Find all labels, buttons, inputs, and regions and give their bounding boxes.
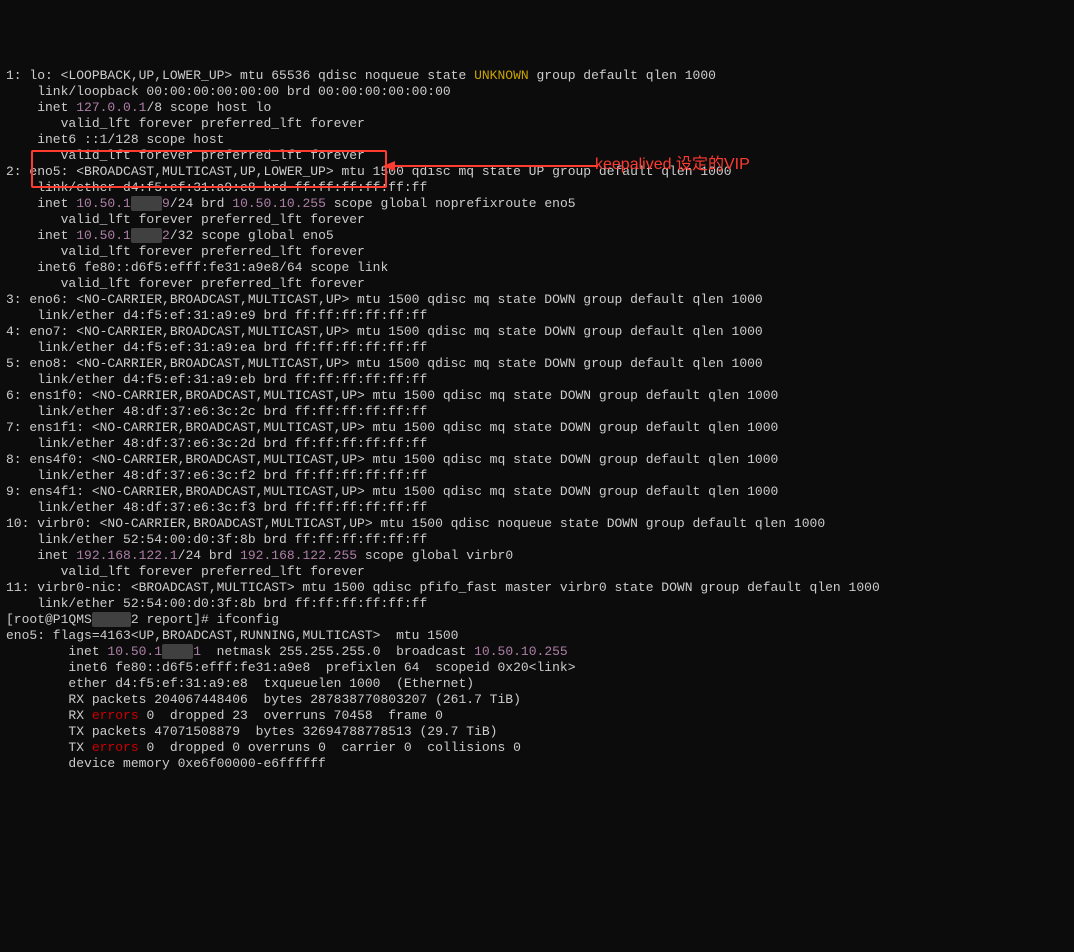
ens1f1-link: link/ether 48:df:37:e6:3c:2d brd ff:ff:f… xyxy=(6,436,427,451)
ens1f0-link: link/ether 48:df:37:e6:3c:2c brd ff:ff:f… xyxy=(6,404,427,419)
lo-inet-b: /8 scope host lo xyxy=(146,100,271,115)
prompt-blur: ----- xyxy=(92,612,131,627)
eno5-inet2-b: /32 scope global eno5 xyxy=(170,228,334,243)
lo-valid2: valid_lft forever preferred_lft forever xyxy=(6,148,365,163)
virbr0nic-header: 11: virbr0-nic: <BROADCAST,MULTICAST> mt… xyxy=(6,580,880,595)
ens4f0-header: 8: ens4f0: <NO-CARRIER,BROADCAST,MULTICA… xyxy=(6,452,778,467)
virbr0-inet-a: inet xyxy=(6,548,76,563)
eno5-inet1-blur: 0.10 xyxy=(131,196,162,211)
eno7-header: 4: eno7: <NO-CARRIER,BROADCAST,MULTICAST… xyxy=(6,324,763,339)
virbr0-inet-c: scope global virbr0 xyxy=(357,548,513,563)
eno5-inet1-brd: 10.50.10.255 xyxy=(232,196,326,211)
eno5-inet2-a: inet xyxy=(6,228,76,243)
ifc-inet-b: netmask 255.255.255.0 broadcast xyxy=(201,644,474,659)
virbr0nic-link: link/ether 52:54:00:d0:3f:8b brd ff:ff:f… xyxy=(6,596,427,611)
eno5-inet2-ip-b: 2 xyxy=(162,228,170,243)
eno5-inet1-ip-b: 9 xyxy=(162,196,170,211)
ens4f0-link: link/ether 48:df:37:e6:3c:f2 brd ff:ff:f… xyxy=(6,468,427,483)
lo-inet-ip: 127.0.0.1 xyxy=(76,100,146,115)
eno5-inet1-c: scope global noprefixroute eno5 xyxy=(326,196,576,211)
eno5-inet6: inet6 fe80::d6f5:efff:fe31:a9e8/64 scope… xyxy=(6,260,388,275)
ifc-mem: device memory 0xe6f00000-e6ffffff xyxy=(6,756,326,771)
virbr0-link: link/ether 52:54:00:d0:3f:8b brd ff:ff:f… xyxy=(6,532,427,547)
prompt-a: [root@P1QMS xyxy=(6,612,92,627)
ens4f1-link: link/ether 48:df:37:e6:3c:f3 brd ff:ff:f… xyxy=(6,500,427,515)
eno5-valid2: valid_lft forever preferred_lft forever xyxy=(6,244,365,259)
eno8-header: 5: eno8: <NO-CARRIER,BROADCAST,MULTICAST… xyxy=(6,356,763,371)
eno5-inet1-ip-a: 10.50.1 xyxy=(76,196,131,211)
lo-state: UNKNOWN xyxy=(474,68,529,83)
eno5-link: link/ether d4:f5:ef:31:a9:e8 brd ff:ff:f… xyxy=(6,180,427,195)
ifc-inet-a: inet xyxy=(6,644,107,659)
virbr0-header: 10: virbr0: <NO-CARRIER,BROADCAST,MULTIC… xyxy=(6,516,825,531)
eno5-inet1-b: /24 brd xyxy=(170,196,232,211)
ens4f1-header: 9: ens4f1: <NO-CARRIER,BROADCAST,MULTICA… xyxy=(6,484,778,499)
lo-link: link/loopback 00:00:00:00:00:00 brd 00:0… xyxy=(6,84,451,99)
eno8-link: link/ether d4:f5:ef:31:a9:eb brd ff:ff:f… xyxy=(6,372,427,387)
ifc-inet-brd: 10.50.10.255 xyxy=(474,644,568,659)
eno5-inet2-ip-a: 10.50.1 xyxy=(76,228,131,243)
virbr0-inet-brd: 192.168.122.255 xyxy=(240,548,357,563)
ifc-txp: TX packets 47071508879 bytes 32694788778… xyxy=(6,724,497,739)
eno6-header: 3: eno6: <NO-CARRIER,BROADCAST,MULTICAST… xyxy=(6,292,763,307)
ifc-inet-blur: 0.10 xyxy=(162,644,193,659)
virbr0-valid: valid_lft forever preferred_lft forever xyxy=(6,564,365,579)
eno5-header: 2: eno5: <BROADCAST,MULTICAST,UP,LOWER_U… xyxy=(6,164,732,179)
terminal-output: 1: lo: <LOOPBACK,UP,LOWER_UP> mtu 65536 … xyxy=(6,68,1068,772)
prompt-b: 2 report]# ifconfig xyxy=(131,612,279,627)
ifc-inet6: inet6 fe80::d6f5:efff:fe31:a9e8 prefixle… xyxy=(6,660,576,675)
ifc-txe-a: TX xyxy=(6,740,92,755)
virbr0-inet-b: /24 brd xyxy=(178,548,240,563)
lo-inet-a: inet xyxy=(6,100,76,115)
ifc-txe-w: errors xyxy=(92,740,139,755)
lo-valid: valid_lft forever preferred_lft forever xyxy=(6,116,365,131)
ifc-txe-b: 0 dropped 0 overruns 0 carrier 0 collisi… xyxy=(139,740,521,755)
lo-inet6: inet6 ::1/128 scope host xyxy=(6,132,224,147)
ifc-rxe-a: RX xyxy=(6,708,92,723)
eno5-inet2-blur: 0.10 xyxy=(131,228,162,243)
eno5-valid1: valid_lft forever preferred_lft forever xyxy=(6,212,365,227)
eno6-link: link/ether d4:f5:ef:31:a9:e9 brd ff:ff:f… xyxy=(6,308,427,323)
ifc-rxe-b: 0 dropped 23 overruns 70458 frame 0 xyxy=(139,708,443,723)
lo-header-a: 1: lo: <LOOPBACK,UP,LOWER_UP> mtu 65536 … xyxy=(6,68,474,83)
virbr0-inet-ip: 192.168.122.1 xyxy=(76,548,177,563)
ens1f1-header: 7: ens1f1: <NO-CARRIER,BROADCAST,MULTICA… xyxy=(6,420,778,435)
lo-header-b: group default qlen 1000 xyxy=(529,68,716,83)
eno5-inet1-a: inet xyxy=(6,196,76,211)
ifc-ether: ether d4:f5:ef:31:a9:e8 txqueuelen 1000 … xyxy=(6,676,474,691)
ifc-rxe-w: errors xyxy=(92,708,139,723)
ifc-inet-ip-b: 1 xyxy=(193,644,201,659)
eno5-valid3: valid_lft forever preferred_lft forever xyxy=(6,276,365,291)
ifc-header: eno5: flags=4163<UP,BROADCAST,RUNNING,MU… xyxy=(6,628,458,643)
ens1f0-header: 6: ens1f0: <NO-CARRIER,BROADCAST,MULTICA… xyxy=(6,388,778,403)
ifc-rxp: RX packets 204067448406 bytes 2878387708… xyxy=(6,692,521,707)
ifc-inet-ip-a: 10.50.1 xyxy=(107,644,162,659)
eno7-link: link/ether d4:f5:ef:31:a9:ea brd ff:ff:f… xyxy=(6,340,427,355)
